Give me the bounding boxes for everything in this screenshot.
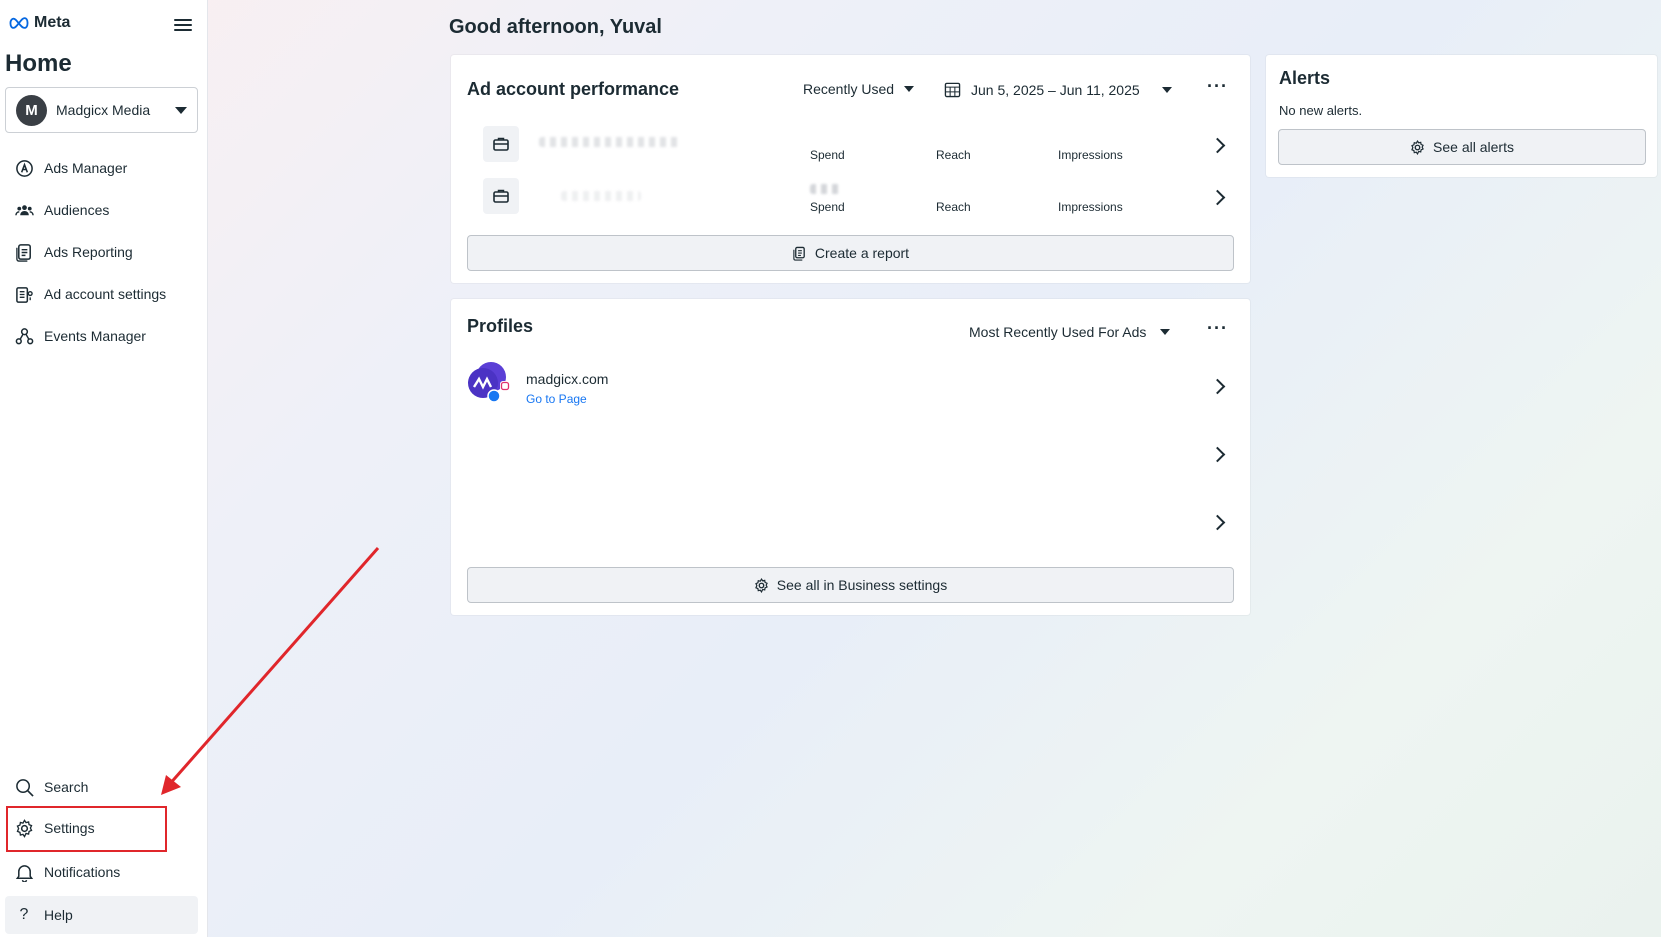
alerts-card: Alerts No new alerts. See all alerts	[1266, 55, 1657, 177]
redacted-account-name	[539, 137, 679, 147]
date-range-label: Jun 5, 2025 – Jun 11, 2025	[971, 81, 1140, 98]
metric-impressions: Impressions	[1058, 200, 1123, 214]
redacted-spend-value	[810, 184, 842, 194]
more-options-icon[interactable]: ···	[1207, 319, 1228, 337]
metric-spend: Spend	[810, 148, 845, 162]
nav-item-label: Help	[44, 907, 73, 923]
nav-item-settings[interactable]: Settings	[5, 809, 198, 847]
chevron-right-icon[interactable]	[1209, 189, 1226, 206]
sidebar: Meta Home M Madgicx Media Ads Manager Au…	[0, 0, 207, 937]
see-all-business-settings-button[interactable]: See all in Business settings	[467, 567, 1234, 603]
sort-dropdown[interactable]: Recently Used	[803, 81, 915, 97]
chevron-right-icon[interactable]	[1209, 378, 1226, 395]
briefcase-icon	[483, 178, 519, 214]
nav-item-search[interactable]: Search	[5, 768, 198, 806]
chevron-down-icon	[175, 106, 187, 114]
menu-toggle-icon[interactable]	[174, 16, 192, 32]
go-to-page-link[interactable]: Go to Page	[526, 392, 587, 406]
page-title: Home	[5, 50, 72, 77]
meta-infinity-icon	[9, 17, 29, 29]
nav-item-events-manager[interactable]: Events Manager	[5, 317, 198, 355]
account-name: Madgicx Media	[56, 102, 151, 118]
card-title: Ad account performance	[467, 79, 680, 99]
gear-icon	[1411, 139, 1424, 155]
nav-item-label: Notifications	[44, 864, 121, 880]
metric-reach: Reach	[936, 148, 971, 162]
ads-reporting-icon	[14, 242, 34, 262]
gear-icon	[14, 818, 34, 838]
chevron-right-icon[interactable]	[1209, 137, 1226, 154]
metric-spend: Spend	[810, 200, 845, 214]
profiles-card: Profiles Most Recently Used For Ads ··· …	[451, 299, 1250, 615]
meta-logo[interactable]: Meta	[8, 14, 70, 32]
see-all-alerts-button[interactable]: See all alerts	[1278, 129, 1646, 165]
ad-account-performance-card: Ad account performance Recently Used Jun…	[451, 55, 1250, 283]
report-icon	[793, 246, 805, 261]
nav-item-ads-manager[interactable]: Ads Manager	[5, 149, 198, 187]
button-label: See all alerts	[1433, 139, 1514, 155]
search-icon	[14, 777, 34, 797]
metric-reach: Reach	[936, 200, 971, 214]
button-label: Create a report	[814, 245, 910, 261]
nav-item-ads-reporting[interactable]: Ads Reporting	[5, 233, 198, 271]
help-icon: ?	[19, 906, 29, 923]
nav-item-notifications[interactable]: Notifications	[5, 853, 198, 891]
nav-item-label: Ad account settings	[44, 286, 167, 302]
greeting: Good afternoon, Yuval	[449, 16, 662, 38]
chevron-right-icon[interactable]	[1209, 514, 1226, 531]
profile-avatar	[468, 362, 510, 403]
gear-icon	[754, 577, 768, 593]
card-title: Profiles	[467, 316, 534, 336]
account-avatar: M	[16, 94, 47, 126]
nav-item-ad-account-settings[interactable]: Ad account settings	[5, 275, 198, 313]
calendar-icon	[944, 82, 961, 98]
more-options-icon[interactable]: ···	[1207, 77, 1228, 95]
alerts-status: No new alerts.	[1279, 103, 1363, 118]
nav-item-label: Ads Manager	[44, 160, 128, 176]
nav-item-label: Search	[44, 779, 89, 795]
nav-item-label: Events Manager	[44, 328, 146, 344]
chevron-down-icon	[904, 86, 915, 92]
chevron-down-icon	[1160, 329, 1171, 335]
nav-item-help[interactable]: ? Help	[5, 896, 198, 934]
chevron-right-icon[interactable]	[1209, 446, 1226, 463]
nav-item-label: Audiences	[44, 202, 110, 218]
audiences-icon	[14, 200, 34, 220]
profile-name: madgicx.com	[526, 371, 609, 387]
sort-label: Most Recently Used For Ads	[969, 324, 1147, 340]
ad-account-settings-icon	[14, 284, 34, 304]
nav-item-label: Ads Reporting	[44, 244, 133, 260]
profiles-sort-dropdown[interactable]: Most Recently Used For Ads	[969, 324, 1171, 340]
date-range-picker[interactable]: Jun 5, 2025 – Jun 11, 2025	[944, 81, 1172, 98]
bell-icon	[14, 862, 34, 882]
nav-item-audiences[interactable]: Audiences	[5, 191, 198, 229]
account-selector[interactable]: M Madgicx Media	[5, 87, 198, 133]
create-report-button[interactable]: Create a report	[467, 235, 1234, 271]
sort-label: Recently Used	[803, 81, 895, 97]
briefcase-icon	[483, 126, 519, 162]
chevron-down-icon	[1161, 86, 1172, 93]
ads-manager-icon	[14, 158, 34, 178]
card-title: Alerts	[1279, 68, 1331, 88]
nav-item-label: Settings	[44, 820, 95, 836]
redacted-account-name	[561, 191, 641, 201]
brand-label: Meta	[34, 14, 71, 31]
metric-impressions: Impressions	[1058, 148, 1123, 162]
events-manager-icon	[14, 326, 34, 346]
button-label: See all in Business settings	[776, 577, 948, 593]
